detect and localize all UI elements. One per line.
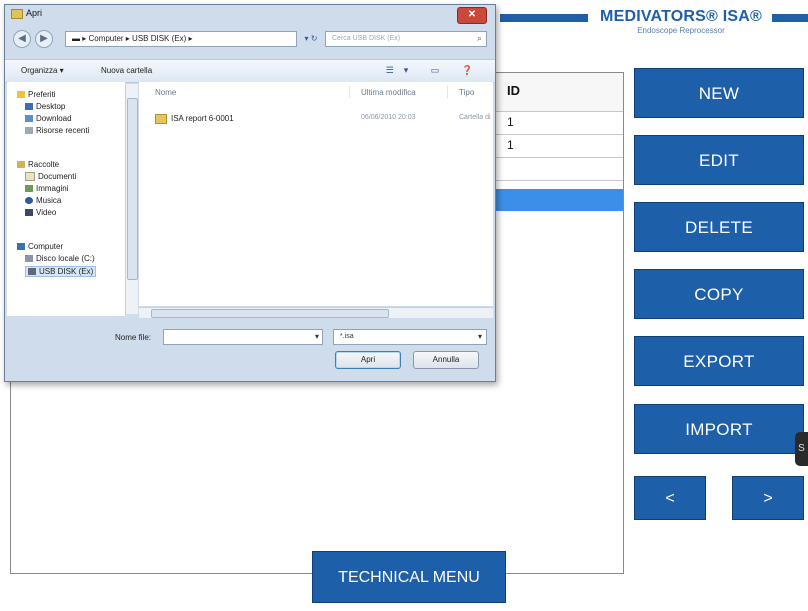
row-id: 1 (507, 138, 514, 152)
brand-bar-left (500, 14, 588, 22)
folder-icon (11, 8, 23, 19)
search-placeholder: Cerca USB DISK (Ex) (332, 35, 401, 42)
nav-download[interactable]: Download (25, 114, 72, 123)
nav-libraries[interactable]: Raccolte (17, 160, 59, 169)
new-folder-button[interactable]: Nuova cartella (101, 66, 152, 75)
nav-local-disk[interactable]: Disco locale (C:) (25, 254, 95, 263)
view-options-icon[interactable]: ☰▾ ▭ ❓ (386, 65, 483, 76)
column-header-type[interactable]: Tipo (459, 88, 474, 97)
organize-button[interactable]: Organizza ▾ (21, 66, 64, 75)
import-button[interactable]: IMPORT (634, 404, 804, 454)
copy-button[interactable]: COPY (634, 269, 804, 319)
nav-desktop[interactable]: Desktop (25, 102, 65, 111)
file-type-value: *.isa (340, 333, 354, 340)
recent-icon (25, 127, 33, 135)
scrollbar-thumb[interactable] (127, 98, 138, 280)
address-path: ▬ ▸ Computer ▸ USB DISK (Ex) ▸ (72, 34, 193, 43)
brand-name: MEDIVATORS® ISA® (600, 8, 762, 25)
column-header-modified[interactable]: Ultima modifica (361, 88, 416, 97)
cancel-button[interactable]: Annulla (413, 351, 479, 369)
navigation-pane: Preferiti Desktop Download Risorse recen… (7, 82, 125, 316)
music-icon (25, 197, 33, 205)
file-type-select[interactable]: *.isa ▾ (333, 329, 487, 345)
column-header-name[interactable]: Nome (155, 88, 176, 97)
previous-page-button[interactable]: < (634, 476, 706, 520)
file-item[interactable]: ISA report 6-0001 (155, 114, 234, 124)
file-list: Nome Ultima modifica Tipo ISA report 6-0… (139, 82, 493, 306)
download-icon (25, 115, 33, 123)
column-separator (447, 86, 448, 98)
dialog-title: Apri (26, 8, 43, 18)
file-type: Cartella di (459, 114, 491, 121)
nav-computer[interactable]: Computer (17, 242, 63, 251)
search-icon: ⌕ (476, 33, 482, 43)
nav-images[interactable]: Immagini (25, 184, 68, 193)
back-arrow-icon[interactable]: ◀ (13, 30, 31, 48)
video-icon (25, 209, 33, 217)
open-button[interactable]: Apri (335, 351, 401, 369)
file-modified: 06/06/2010 20:03 (361, 114, 416, 121)
chevron-down-icon[interactable]: ▾ (478, 332, 482, 341)
delete-button[interactable]: DELETE (634, 202, 804, 252)
images-icon (25, 185, 33, 193)
nav-documents[interactable]: Documenti (25, 172, 76, 182)
next-page-button[interactable]: > (732, 476, 804, 520)
forward-arrow-icon[interactable]: ▶ (35, 30, 53, 48)
nav-recent[interactable]: Risorse recenti (25, 126, 89, 135)
address-bar[interactable]: ▬ ▸ Computer ▸ USB DISK (Ex) ▸ (65, 31, 297, 47)
usb-drive-icon (28, 268, 36, 276)
scrollbar-thumb[interactable] (151, 309, 389, 318)
file-name-input[interactable]: ▾ (163, 329, 323, 345)
column-separator (349, 86, 350, 98)
nav-pane-scrollbar[interactable] (125, 84, 138, 314)
star-icon (17, 91, 25, 99)
nav-usb-disk[interactable]: USB DISK (Ex) (25, 266, 97, 277)
chevron-down-icon[interactable]: ▾ (315, 332, 319, 341)
search-input[interactable]: Cerca USB DISK (Ex) ⌕ (325, 31, 487, 47)
close-icon[interactable]: ✕ (457, 7, 487, 24)
desktop-icon (25, 103, 33, 111)
row-id: 1 (507, 115, 514, 129)
technical-menu-button[interactable]: TECHNICAL MENU (312, 551, 506, 603)
dialog-title-bar: Apri (11, 8, 42, 24)
brand-bar-right (772, 14, 808, 22)
nav-video[interactable]: Video (25, 208, 56, 217)
disk-icon (25, 255, 33, 263)
column-header-id: ID (507, 83, 520, 98)
export-button[interactable]: EXPORT (634, 336, 804, 386)
brand-subtitle: Endoscope Reprocessor (637, 26, 725, 35)
edit-button[interactable]: EDIT (634, 135, 804, 185)
library-icon (17, 161, 25, 169)
nav-music[interactable]: Musica (25, 196, 61, 205)
file-list-scrollbar[interactable] (139, 307, 493, 318)
open-file-dialog: Apri ✕ ◀ ▶ ▬ ▸ Computer ▸ USB DISK (Ex) … (4, 4, 496, 382)
refresh-icon[interactable]: ▾ ↻ (299, 31, 323, 47)
nav-favorites[interactable]: Preferiti (17, 90, 56, 99)
folder-icon (155, 114, 167, 124)
computer-icon (17, 243, 25, 251)
documents-icon (25, 172, 35, 182)
side-handle-tab[interactable]: S (795, 432, 808, 466)
dialog-toolbar: Organizza ▾ Nuova cartella ☰▾ ▭ ❓ (5, 59, 495, 83)
brand-logo: MEDIVATORS® ISA® Endoscope Reprocessor (590, 8, 772, 36)
new-button[interactable]: NEW (634, 68, 804, 118)
file-name: ISA report 6-0001 (171, 114, 234, 124)
file-name-label: Nome file: (115, 333, 152, 342)
